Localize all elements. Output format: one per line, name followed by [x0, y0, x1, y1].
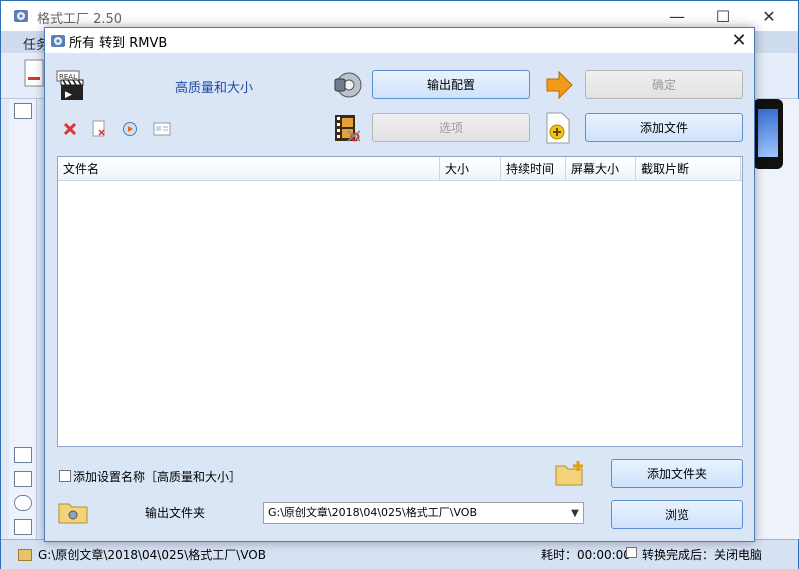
rom-category-icon[interactable]	[14, 495, 32, 511]
film-scissors-icon	[335, 115, 361, 142]
arrow-right-icon	[546, 70, 573, 100]
file-info-icon[interactable]	[153, 120, 171, 138]
column-header-filename[interactable]: 文件名	[58, 157, 440, 181]
add-file-icon	[546, 112, 570, 144]
clear-list-icon[interactable]	[90, 120, 108, 138]
output-config-icon	[334, 72, 362, 98]
status-bar: G:\原创文章\2018\04\025\格式工厂\VOB 耗时：00:00:00…	[1, 539, 798, 569]
column-header-size[interactable]: 大小	[440, 157, 501, 181]
column-header-screen-size[interactable]: 屏幕大小	[566, 157, 636, 181]
folder-icon[interactable]	[18, 549, 32, 561]
status-output-path: G:\原创文章\2018\04\025\格式工厂\VOB	[38, 548, 266, 562]
output-folder-label: 输出文件夹	[145, 506, 206, 520]
add-file-button[interactable]: 添加文件	[585, 113, 743, 142]
add-name-checkbox[interactable]	[59, 470, 71, 482]
video-category-icon[interactable]	[14, 103, 32, 119]
status-after-convert: 转换完成后：关闭电脑	[642, 548, 763, 562]
shutdown-checkbox[interactable]	[626, 547, 637, 558]
output-folder-icon	[58, 503, 88, 524]
output-folder-select[interactable]: G:\原创文章\2018\04\025\格式工厂\VOB	[263, 502, 584, 524]
add-name-label: 添加设置名称［高质量和大小］	[73, 470, 242, 484]
file-table[interactable]: 文件名 大小 持续时间 屏幕大小 截取片断	[57, 156, 743, 447]
dialog-close-button[interactable]: ✕	[723, 28, 755, 53]
image-category-icon[interactable]	[14, 471, 32, 487]
realmedia-icon: REAL ▶	[56, 70, 84, 100]
audio-category-icon[interactable]	[14, 447, 32, 463]
main-window-title: 格式工厂 2.50	[37, 12, 123, 27]
add-folder-icon	[555, 461, 583, 486]
ok-button[interactable]: 确定	[585, 70, 743, 99]
chevron-down-icon[interactable]: ▼	[567, 502, 583, 524]
column-header-duration[interactable]: 持续时间	[501, 157, 566, 181]
options-button[interactable]: 选项	[372, 113, 530, 142]
dialog-titlebar: 所有 转到 RMVB ✕	[45, 28, 754, 53]
dialog-title: 所有 转到 RMVB	[69, 36, 168, 51]
profile-name: 高质量和大小	[175, 81, 254, 96]
browse-button[interactable]: 浏览	[611, 500, 743, 529]
main-left-panel	[9, 99, 37, 539]
column-header-clip[interactable]: 截取片断	[636, 157, 741, 181]
add-folder-button[interactable]: 添加文件夹	[611, 459, 743, 488]
document-icon[interactable]	[23, 59, 45, 87]
svg-text:▶: ▶	[65, 90, 72, 100]
output-config-button[interactable]: 输出配置	[372, 70, 530, 99]
app-icon	[51, 35, 65, 47]
delete-icon[interactable]	[61, 120, 79, 138]
app-icon	[14, 10, 28, 22]
phone-screen	[758, 109, 778, 157]
table-header: 文件名 大小 持续时间 屏幕大小 截取片断	[58, 157, 742, 181]
status-elapsed-time: 耗时：00:00:00	[541, 548, 631, 562]
advanced-category-icon[interactable]	[14, 519, 32, 535]
play-preview-icon[interactable]	[121, 120, 139, 138]
convert-dialog: 所有 转到 RMVB ✕ REAL ▶ 高质量和大小 输出配置 确定 选项 添加…	[44, 27, 755, 542]
